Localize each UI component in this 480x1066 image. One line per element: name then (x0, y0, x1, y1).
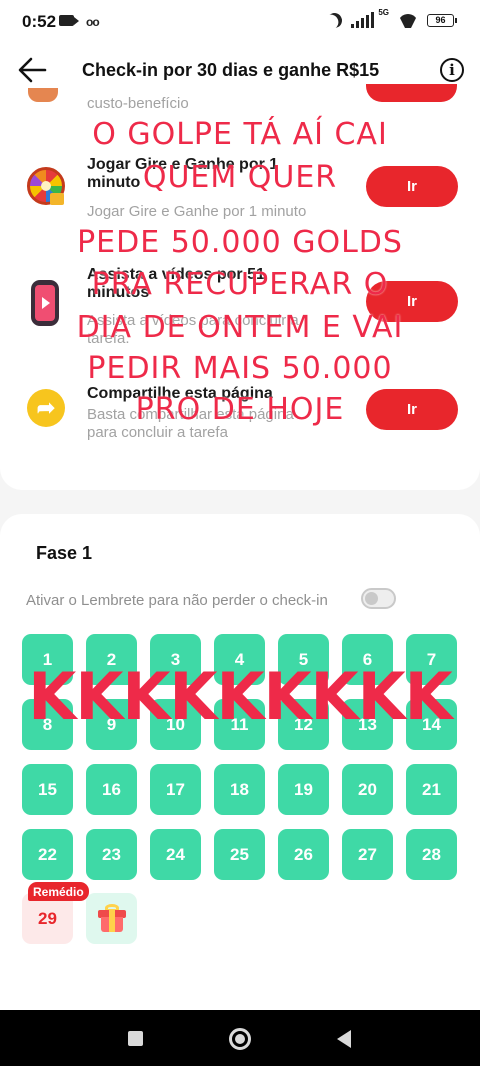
task-description: Jogar Gire e Ganhe por 1 minuto (87, 203, 307, 220)
task-title: Compartilhe esta página (87, 385, 273, 402)
network-type: 5G (378, 7, 389, 17)
day-cell[interactable]: 27 (342, 829, 393, 880)
phase-title: Fase 1 (36, 543, 93, 563)
remedy-badge: Remédio (28, 882, 89, 901)
go-button[interactable]: Ir (366, 166, 458, 207)
day-cell[interactable]: 13 (342, 699, 393, 750)
day-cell[interactable]: 5 (278, 634, 329, 685)
wifi-icon (398, 12, 418, 28)
day-cell[interactable]: 9 (86, 699, 137, 750)
reminder-label: Ativar o Lembrete para não perder o chec… (26, 592, 328, 609)
day-cell[interactable]: 1 (22, 634, 73, 685)
tasks-card: custo-benefício Jogar Gire e Ganhe por 1… (0, 84, 480, 490)
do-not-disturb-moon-icon (325, 10, 345, 30)
home-circle-icon[interactable] (229, 1028, 251, 1050)
day-cell[interactable]: 20 (342, 764, 393, 815)
day-cell[interactable]: 28 (406, 829, 457, 880)
video-camera-icon (59, 15, 79, 26)
day-cell[interactable]: 4 (214, 634, 265, 685)
gift-icon (50, 193, 64, 205)
go-button[interactable] (366, 84, 457, 102)
status-time: 0:52 (22, 12, 57, 31)
day-cell[interactable]: 2 (86, 634, 137, 685)
day-cell[interactable]: 12 (278, 699, 329, 750)
day-cell[interactable]: 18 (214, 764, 265, 815)
status-bar: 0:52 oo 5G 96 (0, 0, 480, 46)
day-cell[interactable]: 21 (406, 764, 457, 815)
day-cell[interactable]: 24 (150, 829, 201, 880)
toggle-knob (365, 592, 378, 605)
task-title: Jogar Gire e Ganhe por 1 minuto (87, 156, 279, 191)
gift-box-icon (97, 903, 126, 932)
voicemail-icon: oo (86, 15, 100, 29)
back-triangle-icon[interactable] (337, 1030, 351, 1048)
day-cell[interactable]: 8 (22, 699, 73, 750)
battery-icon: 96 (427, 13, 457, 27)
share-arrow-icon: ➦ (27, 389, 65, 427)
day-cell[interactable]: 16 (86, 764, 137, 815)
day-cell[interactable]: 23 (86, 829, 137, 880)
day-cell[interactable]: 3 (150, 634, 201, 685)
task-description: Assista a vídeos para concluir a tarefa. (87, 312, 299, 347)
final-reward-cell[interactable] (86, 893, 137, 944)
day-cell[interactable]: 19 (278, 764, 329, 815)
day-cell[interactable]: 6 (342, 634, 393, 685)
day-cell[interactable]: 10 (150, 699, 201, 750)
partial-task-icon (28, 88, 58, 102)
page-title: Check-in por 30 dias e ganhe R$15 (82, 60, 380, 80)
go-button[interactable]: Ir (366, 281, 458, 322)
task-title: Assista a vídeos por 51 minutos (87, 266, 265, 301)
go-button[interactable]: Ir (366, 389, 458, 430)
day-cell[interactable]: 11 (214, 699, 265, 750)
task-description: custo-benefício (87, 95, 189, 112)
back-arrow-icon[interactable] (16, 55, 48, 85)
day-cell[interactable]: 15 (22, 764, 73, 815)
day-cell[interactable]: 22 (22, 829, 73, 880)
day-cell[interactable]: 17 (150, 764, 201, 815)
day-cell[interactable]: 26 (278, 829, 329, 880)
system-nav-bar (0, 1010, 480, 1066)
signal-strength-icon (351, 12, 375, 28)
video-phone-icon (31, 280, 59, 326)
day-cell[interactable]: 14 (406, 699, 457, 750)
recent-apps-icon[interactable] (128, 1031, 143, 1046)
info-icon[interactable]: i (440, 58, 464, 82)
reminder-toggle[interactable] (361, 588, 396, 609)
day-cell[interactable]: 7 (406, 634, 457, 685)
battery-level: 96 (435, 15, 446, 25)
task-description: Basta compartilhar esta página para conc… (87, 406, 294, 441)
day-cell[interactable]: 25 (214, 829, 265, 880)
